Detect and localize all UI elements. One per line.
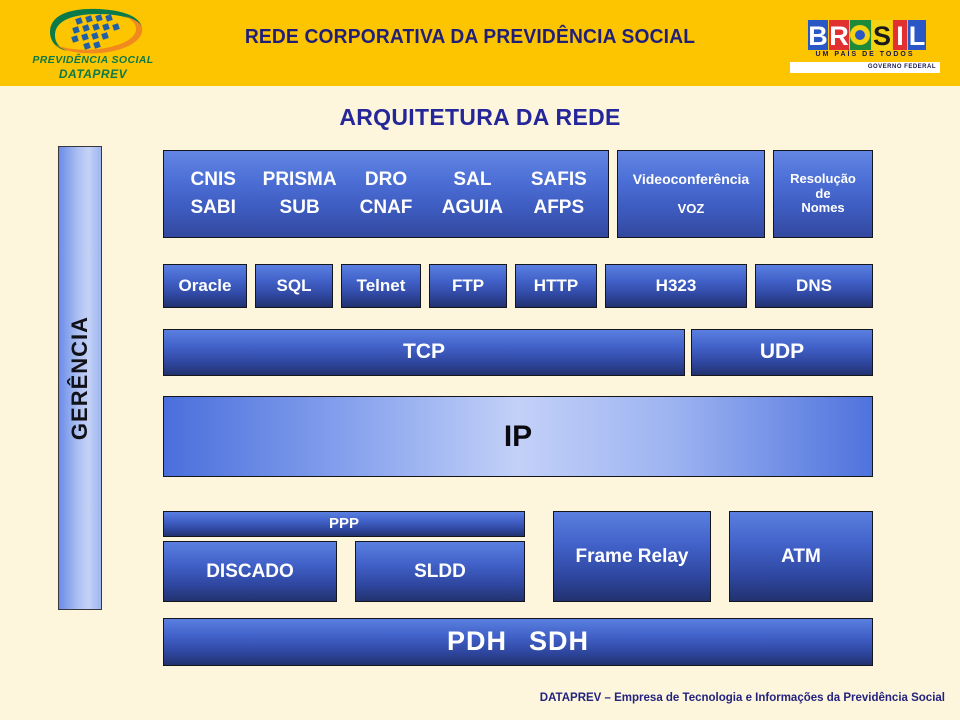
gerencia-label: GERÊNCIA [67, 315, 92, 441]
protocol-box: HTTP [515, 264, 597, 308]
banner-title: REDE CORPORATIVA DA PREVIDÊNCIA SOCIAL [244, 26, 696, 48]
governo-federal-label: GOVERNO FEDERAL [790, 62, 940, 73]
brasil-letters-icon: B R S I L [790, 18, 940, 52]
atm-box: ATM [729, 511, 873, 602]
page-title: ARQUITETURA DA REDE [339, 104, 621, 130]
app-item: DRO [364, 169, 408, 191]
sdh-label: SDH [529, 626, 590, 657]
previdencia-social-logo: PREVIDÊNCIA SOCIAL DATAPREV [18, 4, 168, 84]
applications-layer-box: CNIS PRISMA DRO SAL SAFIS SABI SUB CNAF … [163, 150, 609, 238]
protocol-box: Telnet [341, 264, 421, 308]
svg-text:B: B [808, 21, 828, 51]
sldd-box: SLDD [355, 541, 525, 602]
header-banner: PREVIDÊNCIA SOCIAL DATAPREV REDE CORPORA… [0, 0, 960, 86]
protocol-box: Oracle [163, 264, 247, 308]
resolucao-de-nomes-box: Resolução de Nomes [773, 150, 873, 238]
discado-box: DISCADO [163, 541, 337, 602]
applications-row-1: CNIS PRISMA DRO SAL SAFIS [164, 166, 608, 194]
de-label: de [815, 185, 831, 201]
protocol-box: DNS [755, 264, 873, 308]
app-item: CNAF [359, 197, 413, 218]
footer-note: DATAPREV – Empresa de Tecnologia e Infor… [539, 692, 945, 704]
app-item: AGUIA [441, 197, 504, 218]
svg-text:S: S [873, 21, 891, 51]
tcp-box: TCP [163, 329, 685, 376]
brasil-government-logo: B R S I L UM PAÍS DE TODOS GOVERNO FEDER… [790, 18, 940, 74]
app-item: SAFIS [530, 169, 587, 191]
protocol-box: SQL [255, 264, 333, 308]
protocol-box: FTP [429, 264, 507, 308]
resolucao-label: Resolução [790, 170, 856, 186]
app-item: SABI [190, 197, 236, 218]
udp-box: UDP [691, 329, 873, 376]
videoconferencia-box: Videoconferência VOZ [617, 150, 765, 238]
brasil-slogan: UM PAÍS DE TODOS [815, 51, 915, 58]
app-item: SAL [453, 169, 492, 191]
ip-box: IP [163, 396, 873, 477]
gerencia-side-bar: GERÊNCIA [58, 146, 102, 610]
app-item: PRISMA [262, 169, 337, 191]
protocol-box: H323 [605, 264, 747, 308]
previdencia-swoosh-icon [42, 6, 146, 56]
svg-text:I: I [896, 21, 904, 51]
pdh-label: PDH [446, 626, 507, 657]
ppp-box: PPP [163, 511, 525, 537]
previdencia-logo-caption: PREVIDÊNCIA SOCIAL [32, 54, 154, 66]
svg-text:L: L [909, 21, 926, 51]
physical-layer-box: PDH SDH [163, 618, 873, 666]
nomes-label: Nomes [801, 200, 845, 216]
app-item: CNIS [190, 169, 236, 191]
videoconferencia-label: Videoconferência [632, 171, 750, 188]
frame-relay-box: Frame Relay [553, 511, 711, 602]
applications-row-2: SABI SUB CNAF AGUIA AFPS [164, 194, 608, 222]
app-item: AFPS [533, 197, 585, 218]
dataprev-logo-text: DATAPREV [58, 67, 128, 81]
svg-text:R: R [829, 21, 849, 51]
voz-label: VOZ [677, 200, 705, 216]
app-item: SUB [279, 197, 320, 218]
